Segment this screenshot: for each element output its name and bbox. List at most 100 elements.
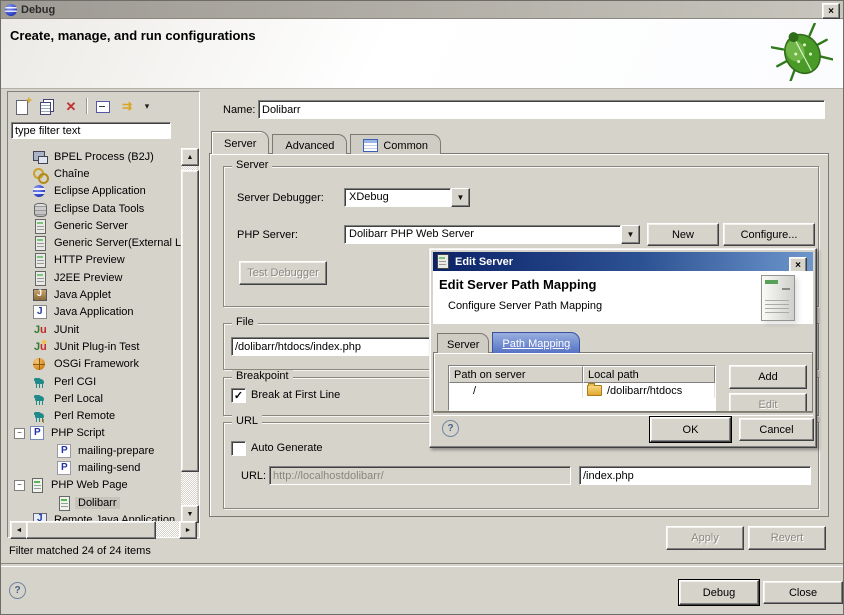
tree-item-label: Remote Java Application [51, 514, 178, 521]
duplicate-configuration-icon[interactable] [38, 98, 56, 115]
help-icon[interactable]: ? [9, 582, 26, 599]
scroll-right-button[interactable]: ► [179, 521, 197, 539]
scroll-up-button[interactable]: ▲ [181, 148, 199, 166]
tree-item-label: OSGi Framework [51, 358, 142, 370]
horizontal-scroll-thumb[interactable] [26, 521, 156, 539]
column-local-path[interactable]: Local path [583, 366, 715, 383]
delete-configuration-icon[interactable]: ✕ [62, 98, 80, 115]
dialog-help-icon[interactable]: ? [442, 420, 459, 437]
banner-heading: Create, manage, and run configurations [10, 28, 256, 43]
server-icon [437, 254, 449, 269]
tree-item-http-preview[interactable]: HTTP Preview [10, 252, 181, 269]
auto-generate-label: Auto Generate [251, 442, 323, 454]
tree-item-bpel-process-b2j[interactable]: BPEL Process (B2J) [10, 148, 181, 165]
auto-generate-checkbox[interactable] [231, 441, 246, 456]
tab-advanced[interactable]: Advanced [272, 134, 347, 154]
server-debugger-combo[interactable]: XDebug ▼ [344, 188, 470, 207]
collapse-toggle-icon[interactable]: − [14, 428, 25, 439]
webpage-icon [56, 495, 72, 511]
rjava-icon [32, 512, 48, 521]
close-button[interactable]: Close [763, 581, 843, 604]
tree-item-mailing-prepare[interactable]: mailing-prepare [10, 442, 181, 459]
dialog-banner: Create, manage, and run configurations [1, 19, 843, 89]
tree-item-junit-plug-in-test[interactable]: JUnit Plug-in Test [10, 338, 181, 355]
tab-label: Server [447, 339, 479, 351]
chevron-down-icon[interactable]: ▼ [621, 225, 640, 244]
table-row[interactable]: / /dolibarr/htdocs [449, 383, 715, 398]
tree-item-remote-java-application[interactable]: Remote Java Application [10, 511, 181, 521]
url-path-input[interactable] [579, 466, 811, 485]
break-first-line-checkbox[interactable]: ✓ [231, 388, 246, 403]
debug-button[interactable]: Debug [679, 580, 759, 605]
toolbar-menu-arrow-icon[interactable]: ▾ [142, 98, 152, 115]
tree-item-eclipse-application[interactable]: Eclipse Application [10, 183, 181, 200]
dialog-tab-path-mapping[interactable]: Path Mapping [492, 332, 580, 353]
breakpoint-group-legend: Breakpoint [232, 370, 293, 382]
webpage-icon [29, 477, 45, 493]
tree-item-generic-server[interactable]: Generic Server [10, 217, 181, 234]
phpf-icon [56, 460, 72, 476]
tree-item-osgi-framework[interactable]: OSGi Framework [10, 356, 181, 373]
edit-server-titlebar: Edit Server × [433, 252, 813, 271]
name-input[interactable] [258, 100, 825, 119]
server-icon [32, 270, 48, 286]
tree-item-perl-remote[interactable]: Perl Remote [10, 407, 181, 424]
tab-common[interactable]: Common [350, 134, 441, 154]
dialog-tab-server[interactable]: Server [437, 333, 489, 353]
new-configuration-icon[interactable] [14, 98, 32, 115]
tree-item-perl-cgi[interactable]: Perl CGI [10, 373, 181, 390]
apply-button[interactable]: Apply [666, 526, 744, 550]
test-debugger-button[interactable]: Test Debugger [239, 261, 327, 285]
server-debugger-value: XDebug [344, 188, 451, 207]
java-icon [32, 304, 48, 320]
toolbar-separator [86, 98, 88, 114]
chain-icon [32, 166, 48, 182]
dialog-heading: Edit Server Path Mapping [439, 277, 596, 292]
filter-input[interactable] [11, 122, 171, 139]
server-tower-image [761, 275, 795, 321]
tree-item-junit[interactable]: JUnit [10, 321, 181, 338]
tree-item-eclipse-data-tools[interactable]: Eclipse Data Tools [10, 200, 181, 217]
tree-item-label: Java Application [51, 306, 137, 318]
debug-configurations-window: Debug × Create, manage, and run configur… [0, 0, 844, 615]
applet-icon [32, 287, 48, 303]
cell-local-path: /dolibarr/htdocs [607, 385, 682, 397]
tree-item-label: Dolibarr [75, 497, 120, 509]
cell-server-path: / [449, 383, 583, 398]
tree-item-dolibarr[interactable]: Dolibarr [10, 494, 181, 511]
tree-item-java-applet[interactable]: Java Applet [10, 286, 181, 303]
tree-item-generic-server-external-la[interactable]: Generic Server(External La [10, 234, 181, 251]
edit-mapping-button[interactable]: Edit [729, 393, 807, 412]
filter-icon[interactable]: ⇉ [118, 98, 136, 115]
tree-item-php-script[interactable]: −PHP Script [10, 425, 181, 442]
php-server-combo[interactable]: Dolibarr PHP Web Server ▼ [344, 225, 640, 244]
tree-item-cha-ne[interactable]: Chaîne [10, 165, 181, 182]
edit-server-title: Edit Server [455, 256, 513, 268]
server-icon [32, 218, 48, 234]
column-path-on-server[interactable]: Path on server [449, 366, 583, 383]
vertical-scroll-thumb[interactable] [181, 170, 199, 472]
collapse-toggle-icon[interactable]: − [14, 480, 25, 491]
collapse-all-icon[interactable] [94, 98, 112, 115]
tree-item-java-application[interactable]: Java Application [10, 304, 181, 321]
tree-item-j2ee-preview[interactable]: J2EE Preview [10, 269, 181, 286]
edit-server-dialog: Edit Server × Edit Server Path Mapping C… [429, 248, 817, 448]
perlr-icon [32, 408, 48, 424]
base-url-input [269, 466, 571, 485]
revert-button[interactable]: Revert [748, 526, 826, 550]
server-icon [32, 252, 48, 268]
add-mapping-button[interactable]: Add [729, 365, 807, 389]
tree-item-label: BPEL Process (B2J) [51, 151, 157, 163]
tree-item-perl-local[interactable]: Perl Local [10, 390, 181, 407]
tree-item-php-web-page[interactable]: −PHP Web Page [10, 477, 181, 494]
configure-server-button[interactable]: Configure... [723, 223, 815, 246]
tree-item-mailing-send[interactable]: mailing-send [10, 459, 181, 476]
ok-button[interactable]: OK [650, 417, 731, 442]
tab-label: Server [224, 138, 256, 150]
bpel-icon [32, 149, 48, 165]
new-server-button[interactable]: New [647, 223, 719, 246]
cancel-button[interactable]: Cancel [739, 418, 814, 441]
window-close-button[interactable]: × [822, 3, 840, 19]
tab-server[interactable]: Server [211, 131, 269, 154]
chevron-down-icon[interactable]: ▼ [451, 188, 470, 207]
